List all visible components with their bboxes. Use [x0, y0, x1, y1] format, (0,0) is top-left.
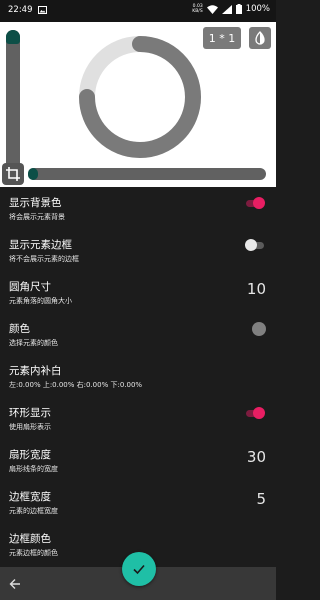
setting-description: 选择元素的颜色: [9, 339, 58, 347]
sector-width-value: 30: [246, 448, 266, 466]
clock: 22:49: [8, 5, 33, 15]
network-speed: 0.03 KB/S: [192, 4, 202, 14]
switch-knob: [245, 239, 257, 251]
setting-description: 元素边框的颜色: [9, 549, 58, 557]
confirm-button[interactable]: [122, 552, 156, 586]
setting-title: 边框宽度: [9, 491, 51, 503]
aspect-ratio-button[interactable]: 1 * 1: [203, 27, 241, 49]
battery-percent: 100%: [245, 4, 270, 14]
vertical-slider[interactable]: [6, 30, 20, 180]
setting-border-width[interactable]: 边框宽度 元素的边框宽度 5: [0, 481, 276, 523]
setting-show-background[interactable]: 显示背景色 将会展示元素背景: [0, 187, 276, 229]
contrast-icon: [255, 31, 265, 45]
setting-title: 元素内补白: [9, 365, 62, 377]
setting-sector-width[interactable]: 扇形宽度 扇形线条的宽度 30: [0, 439, 276, 481]
ring-preview: [79, 36, 201, 158]
cellular-signal-icon: [221, 4, 232, 14]
setting-description: 使用扇形表示: [9, 423, 51, 431]
setting-title: 环形显示: [9, 407, 51, 419]
back-arrow-icon: [9, 579, 20, 589]
horizontal-slider-handle[interactable]: [28, 168, 38, 180]
setting-title: 扇形宽度: [9, 449, 51, 461]
status-bar: 22:49 0.03 KB/S 100%: [0, 0, 276, 22]
border-width-value: 5: [256, 490, 266, 508]
setting-title: 显示背景色: [9, 197, 62, 209]
setting-description: 元素角落的圆角大小: [9, 297, 72, 305]
setting-description: 扇形线条的宽度: [9, 465, 58, 473]
setting-padding[interactable]: 元素内补白 左:0.00% 上:0.00% 右:0.00% 下:0.00%: [0, 355, 276, 397]
image-notification-icon: [37, 6, 47, 14]
setting-title: 边框颜色: [9, 533, 51, 545]
setting-show-border[interactable]: 显示元素边框 将不会展示元素的边框: [0, 229, 276, 271]
theme-toggle-button[interactable]: [249, 27, 271, 49]
setting-title: 显示元素边框: [9, 239, 72, 251]
crop-icon: [6, 167, 20, 181]
corner-radius-value: 10: [246, 280, 266, 298]
switch-knob: [253, 197, 265, 209]
setting-description: 将不会展示元素的边框: [9, 255, 79, 263]
setting-color[interactable]: 颜色 选择元素的颜色: [0, 313, 276, 355]
ring-display-switch[interactable]: [246, 407, 265, 419]
setting-ring-display[interactable]: 环形显示 使用扇形表示: [0, 397, 276, 439]
settings-list: 显示背景色 将会展示元素背景 显示元素边框 将不会展示元素的边框 圆角尺寸 元素…: [0, 187, 276, 567]
vertical-slider-handle[interactable]: [6, 30, 20, 44]
check-icon: [133, 564, 145, 575]
show-background-switch[interactable]: [246, 197, 265, 209]
crop-button[interactable]: [2, 163, 24, 185]
color-swatch[interactable]: [252, 322, 266, 336]
setting-description: 元素的边框宽度: [9, 507, 58, 515]
wifi-icon: [206, 4, 218, 14]
status-left: 22:49: [8, 5, 47, 15]
switch-knob: [253, 407, 265, 419]
back-button[interactable]: [6, 575, 24, 593]
battery-icon: [235, 4, 242, 14]
status-right: 0.03 KB/S 100%: [192, 4, 270, 14]
setting-description: 将会展示元素背景: [9, 213, 65, 221]
show-border-switch[interactable]: [245, 239, 264, 251]
setting-title: 颜色: [9, 323, 30, 335]
network-speed-unit: KB/S: [192, 9, 203, 14]
preview-area: 1 * 1: [0, 22, 276, 187]
setting-corner-radius[interactable]: 圆角尺寸 元素角落的圆角大小 10: [0, 271, 276, 313]
setting-title: 圆角尺寸: [9, 281, 51, 293]
setting-description: 左:0.00% 上:0.00% 右:0.00% 下:0.00%: [9, 381, 143, 389]
horizontal-slider[interactable]: [28, 168, 266, 180]
